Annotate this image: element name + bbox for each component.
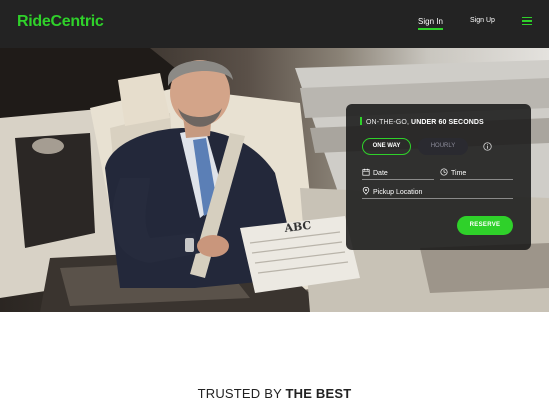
pickup-location-field[interactable]: Pickup Location: [362, 187, 513, 199]
date-field[interactable]: Date: [362, 168, 434, 180]
location-pin-icon: [362, 187, 370, 195]
calendar-icon: [362, 168, 370, 176]
booking-tagline: ON-THE-GO, UNDER 60 SECONDS: [360, 117, 484, 126]
trusted-prefix: TRUSTED BY: [197, 386, 286, 401]
hourly-tab[interactable]: HOURLY: [418, 138, 468, 155]
sign-in-link[interactable]: Sign In: [418, 17, 443, 30]
top-navbar: RideCentric Sign In Sign Up: [0, 0, 549, 48]
time-field[interactable]: Time: [440, 168, 513, 180]
hamburger-menu-icon[interactable]: [522, 17, 532, 26]
info-icon[interactable]: [483, 142, 492, 151]
time-placeholder: Time: [451, 170, 467, 177]
one-way-tab[interactable]: ONE WAY: [362, 138, 411, 155]
sign-up-link[interactable]: Sign Up: [470, 17, 495, 24]
logo[interactable]: RideCentric: [17, 13, 104, 31]
trusted-heading: TRUSTED BY THE BEST: [0, 386, 549, 401]
reserve-button[interactable]: RESERVE: [457, 216, 513, 235]
booking-panel: ON-THE-GO, UNDER 60 SECONDS ONE WAY HOUR…: [346, 104, 531, 250]
tagline-emphasis: UNDER 60 SECONDS: [411, 119, 484, 126]
trusted-emphasis: THE BEST: [285, 386, 352, 401]
accent-bar: [360, 117, 362, 125]
pickup-placeholder: Pickup Location: [373, 189, 423, 196]
clock-icon: [440, 168, 448, 176]
date-placeholder: Date: [373, 170, 388, 177]
tagline-prefix: ON-THE-GO,: [366, 119, 412, 126]
